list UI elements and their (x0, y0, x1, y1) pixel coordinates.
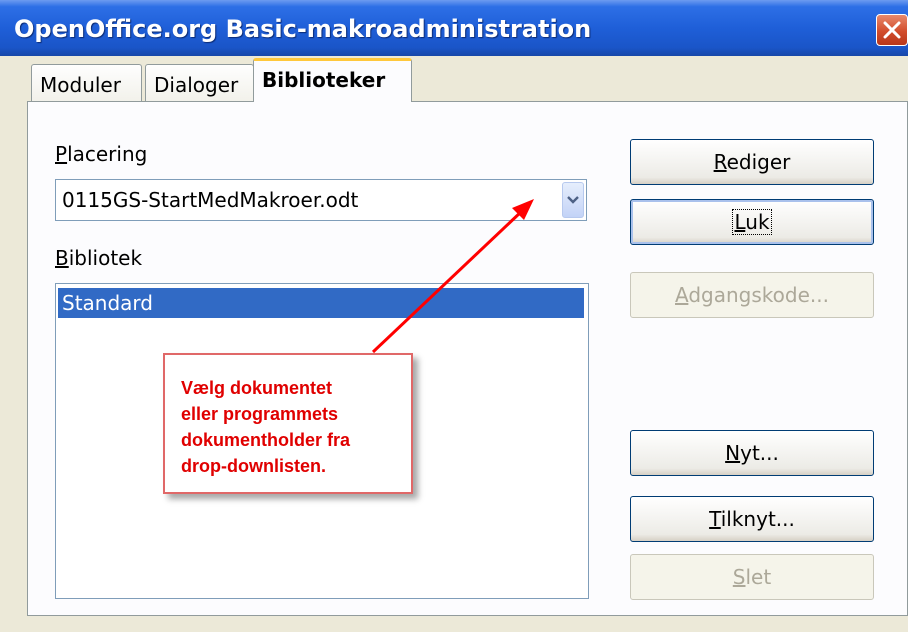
delete-button[interactable]: Slet (630, 554, 874, 600)
close-button[interactable]: Luk (630, 199, 874, 245)
tab-label: Biblioteker (262, 68, 386, 92)
annotation-callout: Vælg dokumentet eller programmets dokume… (163, 353, 413, 494)
callout-text: Vælg dokumentet eller programmets dokume… (181, 378, 351, 476)
tab-moduler[interactable]: Moduler (31, 64, 142, 102)
close-window-button[interactable] (876, 14, 908, 46)
title-bar: OpenOffice.org Basic-makroadministration (0, 0, 908, 56)
location-label: Placering (55, 142, 148, 166)
location-dropdown[interactable]: 0115GS-StartMedMakroer.odt (55, 179, 587, 221)
link-button[interactable]: Tilknyt... (630, 496, 874, 542)
list-item-label: Standard (62, 291, 153, 315)
new-button[interactable]: Nyt... (630, 430, 874, 476)
location-value: 0115GS-StartMedMakroer.odt (62, 188, 359, 212)
close-icon (883, 21, 901, 39)
library-label: Bibliotek (55, 246, 143, 270)
tab-dialoger[interactable]: Dialoger (145, 64, 254, 102)
edit-button[interactable]: Rediger (630, 139, 874, 185)
window-title: OpenOffice.org Basic-makroadministration (14, 15, 592, 43)
tab-label: Moduler (40, 73, 121, 97)
dropdown-button[interactable] (562, 182, 584, 218)
chevron-down-icon (567, 196, 579, 204)
tab-label: Dialoger (154, 73, 239, 97)
password-button[interactable]: Adgangskode... (630, 272, 874, 318)
list-item[interactable]: Standard (58, 288, 584, 318)
tab-biblioteker[interactable]: Biblioteker (253, 58, 412, 102)
